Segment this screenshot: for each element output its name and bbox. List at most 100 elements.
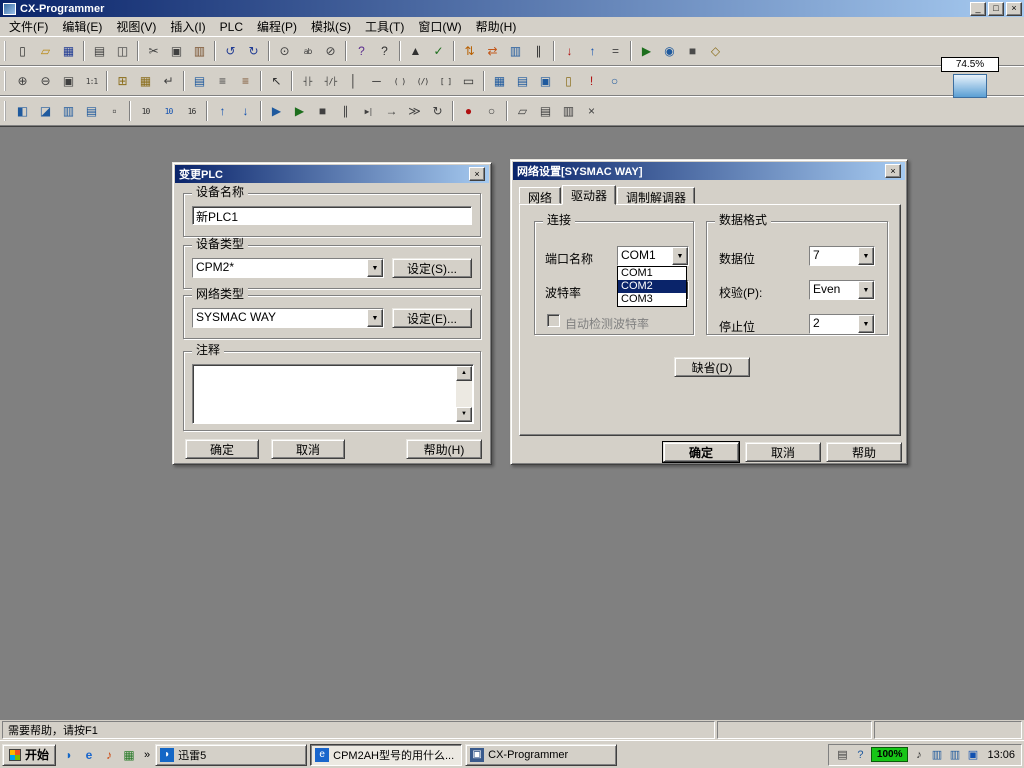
tab-modem[interactable]: 调制解调器 [617, 187, 695, 204]
menu-program[interactable]: 编程(P) [250, 16, 304, 37]
clear-breakpoints-icon[interactable]: ○ [480, 100, 503, 123]
battery-indicator[interactable]: 100% [871, 747, 909, 762]
network-cancel-button[interactable]: 取消 [745, 442, 821, 462]
monitor-icon[interactable]: ▥ [504, 40, 527, 63]
watch-window-icon[interactable]: ▥ [57, 100, 80, 123]
chevron-down-icon[interactable]: ▼ [672, 247, 688, 265]
port-option-com3[interactable]: COM3 [618, 293, 686, 306]
compile-program-icon[interactable]: ▲ [404, 40, 427, 63]
zoom-in-icon[interactable]: ⊕ [11, 70, 34, 93]
menu-simulation[interactable]: 模拟(S) [304, 16, 358, 37]
toolbar-grip[interactable] [4, 101, 7, 121]
context-help-icon[interactable]: ? [373, 40, 396, 63]
new-instruction-icon[interactable]: [ ] [434, 70, 457, 93]
debug-mode-icon[interactable]: ◇ [704, 40, 727, 63]
network-type-combo[interactable]: SYSMAC WAY ▼ [192, 308, 384, 328]
toolbar-grip[interactable] [4, 71, 7, 91]
new-closed-coil-icon[interactable]: (/) [411, 70, 434, 93]
port-option-com2[interactable]: COM2 [618, 280, 686, 293]
cascade-windows-icon[interactable]: ▱ [511, 100, 534, 123]
device-type-combo[interactable]: CPM2* ▼ [192, 258, 384, 278]
io-comment-icon[interactable]: ≡ [211, 70, 234, 93]
display-tray-icon[interactable]: ▥ [929, 747, 944, 762]
taskbar-task-1[interactable]: ◗迅雷5 [155, 744, 307, 766]
scan-run-icon[interactable]: ↻ [426, 100, 449, 123]
quick-launch-chevron-icon[interactable]: » [142, 749, 152, 761]
network-help-button[interactable]: 帮助 [826, 442, 902, 462]
simulation-pause-icon[interactable]: ∥ [334, 100, 357, 123]
print-preview-icon[interactable]: ◫ [111, 40, 134, 63]
printer-tray-icon[interactable]: ▤ [835, 747, 850, 762]
undo-icon[interactable]: ↺ [219, 40, 242, 63]
taskbar-task-2[interactable]: eCPM2AH型号的用什么... [310, 744, 462, 766]
menu-file[interactable]: 文件(F) [2, 16, 55, 37]
data-bits-combo[interactable]: 7 ▼ [809, 246, 875, 266]
auto-detect-checkbox[interactable] [547, 314, 560, 327]
launch-media-icon[interactable]: ♪ [99, 745, 119, 765]
new-closed-contact-icon[interactable]: ┤/├ [319, 70, 342, 93]
port-name-combo[interactable]: COM1 ▼ [617, 246, 689, 266]
project-workspace-icon[interactable]: ◧ [11, 100, 34, 123]
scroll-up-icon[interactable]: ▲ [456, 366, 472, 381]
network-ok-button[interactable]: 确定 [663, 442, 739, 462]
change-plc-ok-button[interactable]: 确定 [185, 439, 259, 459]
next-reference-icon[interactable]: ↓ [234, 100, 257, 123]
chevron-down-icon[interactable]: ▼ [858, 247, 874, 265]
find-reference-icon[interactable]: ⊘ [319, 40, 342, 63]
run-mode-icon[interactable]: ▶ [635, 40, 658, 63]
previous-reference-icon[interactable]: ↑ [211, 100, 234, 123]
simulator-online-icon[interactable]: ▶ [265, 100, 288, 123]
change-plc-cancel-button[interactable]: 取消 [271, 439, 345, 459]
simulation-stop-icon[interactable]: ■ [311, 100, 334, 123]
network-settings-titlebar[interactable]: 网络设置[SYSMAC WAY] × [513, 162, 905, 180]
launch-ie-icon[interactable]: e [79, 745, 99, 765]
tab-driver[interactable]: 驱动器 [562, 185, 616, 205]
selection-tool-icon[interactable]: ↖ [265, 70, 288, 93]
monitor-signed-decimal-icon[interactable]: 10 [157, 100, 180, 123]
step-run-icon[interactable]: ▶| [357, 100, 380, 123]
menu-edit[interactable]: 编辑(E) [55, 16, 109, 37]
zoom-100-icon[interactable]: 1:1 [80, 70, 103, 93]
compare-with-plc-icon[interactable]: = [604, 40, 627, 63]
copy-icon[interactable]: ▣ [165, 40, 188, 63]
continuous-step-icon[interactable]: ≫ [403, 100, 426, 123]
replace-icon[interactable]: ab [296, 40, 319, 63]
upload-from-plc-icon[interactable]: ↑ [581, 40, 604, 63]
rung-comment-icon[interactable]: ≡ [234, 70, 257, 93]
close-all-windows-icon[interactable]: × [580, 100, 603, 123]
save-project-icon[interactable]: ▦ [57, 40, 80, 63]
minimize-button[interactable]: _ [970, 2, 986, 16]
menu-view[interactable]: 视图(V) [109, 16, 163, 37]
new-contact-icon[interactable]: ┤├ [296, 70, 319, 93]
taskbar-task-3[interactable]: ▣CX-Programmer [465, 744, 617, 766]
io-table-icon[interactable]: ▤ [511, 70, 534, 93]
program-mode-icon[interactable]: ■ [681, 40, 704, 63]
tile-vertical-icon[interactable]: ▥ [557, 100, 580, 123]
zoom-out-icon[interactable]: ⊖ [34, 70, 57, 93]
menu-window[interactable]: 窗口(W) [411, 16, 468, 37]
plc-settings-icon[interactable]: ▣ [534, 70, 557, 93]
comment-textarea[interactable]: ▲ ▼ [192, 364, 474, 424]
device-type-settings-button[interactable]: 设定(S)... [392, 258, 472, 278]
new-coil-icon[interactable]: ( ) [388, 70, 411, 93]
launch-desktop-icon[interactable]: ▦ [119, 745, 139, 765]
symbol-table-icon[interactable]: ▤ [188, 70, 211, 93]
set-breakpoint-icon[interactable]: ● [457, 100, 480, 123]
find-icon[interactable]: ⊙ [273, 40, 296, 63]
tile-horizontal-icon[interactable]: ▤ [534, 100, 557, 123]
paste-icon[interactable]: ▥ [188, 40, 211, 63]
menu-help[interactable]: 帮助(H) [469, 16, 524, 37]
monitor-mode-icon[interactable]: ◉ [658, 40, 681, 63]
launch-thunder-icon[interactable]: ◗ [59, 745, 79, 765]
port-option-com1[interactable]: COM1 [618, 267, 686, 280]
device-name-input[interactable]: 新PLC1 [192, 206, 472, 225]
work-online-icon[interactable]: ⇅ [458, 40, 481, 63]
maximize-button[interactable]: □ [988, 2, 1004, 16]
rung-wrap-icon[interactable]: ↵ [157, 70, 180, 93]
chevron-down-icon[interactable]: ▼ [367, 259, 383, 277]
chevron-down-icon[interactable]: ▼ [858, 281, 874, 299]
window-titlebar[interactable]: CX-Programmer _ □ × [0, 0, 1024, 17]
print-icon[interactable]: ▤ [88, 40, 111, 63]
new-horizontal-icon[interactable]: ─ [365, 70, 388, 93]
monitor-hex-icon[interactable]: 16 [180, 100, 203, 123]
